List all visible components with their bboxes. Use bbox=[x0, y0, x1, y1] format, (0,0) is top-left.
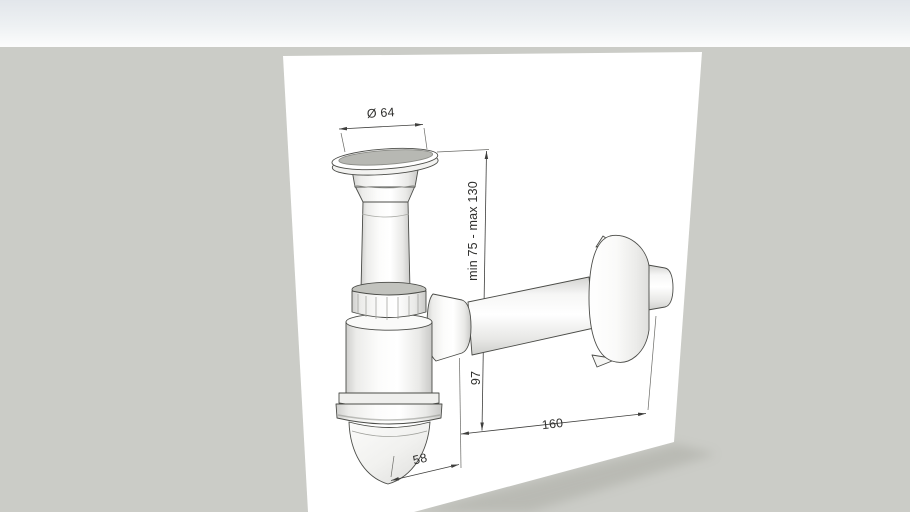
sky-background bbox=[0, 0, 910, 48]
label-diameter: Ø 64 bbox=[366, 105, 395, 121]
label-adjustable-height: min 75 - max 130 bbox=[466, 181, 480, 281]
knurled-nut bbox=[351, 281, 427, 320]
outlet-cone-nut bbox=[426, 293, 472, 362]
trap-body bbox=[345, 313, 433, 396]
wall-rosette bbox=[588, 234, 650, 363]
cup-coupling-rings bbox=[335, 392, 443, 425]
label-wall-length: 160 bbox=[541, 416, 564, 432]
wall-stub-pipe bbox=[647, 264, 674, 311]
tailpipe bbox=[351, 169, 419, 292]
label-trap-height: 97 bbox=[469, 371, 483, 385]
scene-canvas: Ø 64 min 75 - max 130 97 160 58 bbox=[0, 0, 910, 512]
3d-viewport[interactable]: Ø 64 min 75 - max 130 97 160 58 bbox=[0, 0, 910, 512]
